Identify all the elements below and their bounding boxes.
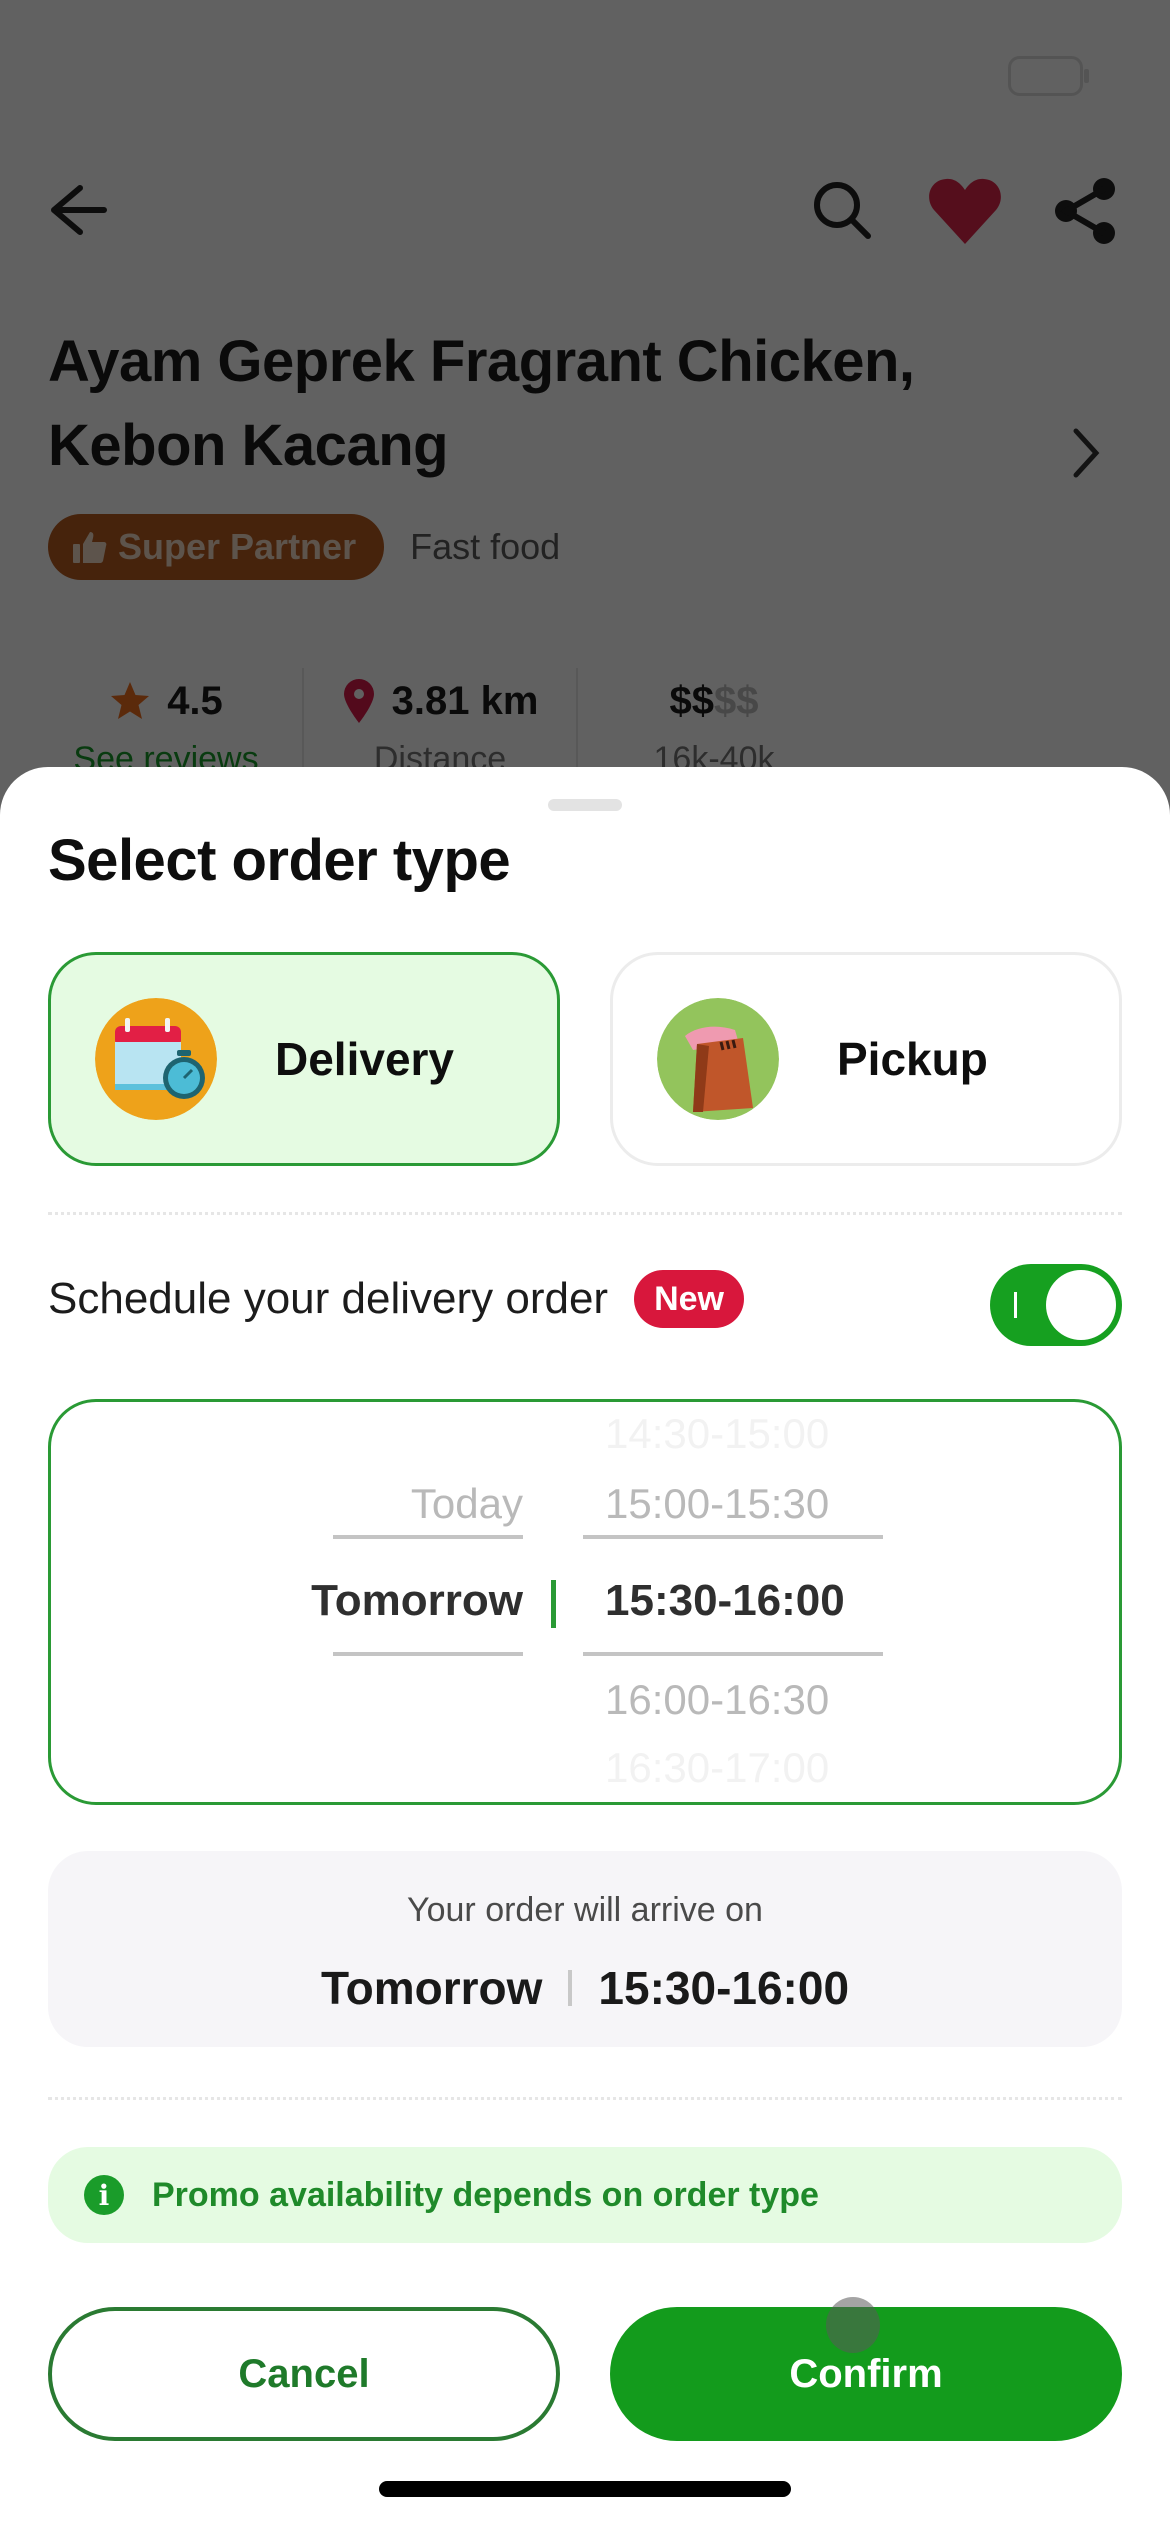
delivery-label: Delivery [275, 1033, 455, 1085]
pickup-option[interactable]: Pickup [610, 952, 1122, 1166]
arrival-label: Your order will arrive on [407, 1891, 763, 1929]
arrival-separator [568, 1970, 573, 2006]
picker-divider [551, 1580, 556, 1628]
pickup-label: Pickup [837, 1033, 988, 1085]
touch-indicator [826, 2297, 880, 2353]
toggle-on-mark [1014, 1292, 1017, 1318]
arrival-value: Tomorrow 15:30-16:00 [48, 1961, 1122, 2015]
calendar-stopwatch-icon [95, 998, 217, 1120]
picker-selection-line [333, 1652, 523, 1656]
arrival-date: Tomorrow [320, 1962, 543, 2014]
arrival-time: 15:30-16:00 [598, 1962, 850, 2014]
divider [48, 1212, 1122, 1215]
home-indicator[interactable] [379, 2481, 791, 2497]
divider [48, 2097, 1122, 2100]
promo-notice: i Promo availability depends on order ty… [48, 2147, 1122, 2243]
toggle-knob [1046, 1270, 1116, 1340]
info-icon: i [84, 2175, 124, 2215]
time-option[interactable]: 16:00-16:30 [583, 1676, 883, 1724]
schedule-picker: Today Tomorrow 14:30-15:00 15:00-15:30 1… [48, 1399, 1122, 1805]
new-badge: New [634, 1270, 744, 1328]
picker-selection-line [583, 1535, 883, 1539]
schedule-label: Schedule your delivery order [48, 1274, 609, 1323]
time-picker-column[interactable]: 14:30-15:00 15:00-15:30 15:30-16:00 16:0… [583, 1402, 883, 1802]
sheet-title: Select order type [48, 828, 511, 893]
time-option[interactable]: 14:30-15:00 [583, 1410, 883, 1458]
sheet-grabber[interactable] [548, 799, 622, 811]
cancel-button[interactable]: Cancel [48, 2307, 560, 2441]
time-option-selected[interactable]: 15:30-16:00 [583, 1576, 883, 1626]
date-option[interactable]: Today [283, 1480, 523, 1528]
date-picker-column[interactable]: Today Tomorrow [283, 1402, 523, 1802]
date-option-selected[interactable]: Tomorrow [283, 1576, 523, 1626]
schedule-row: Schedule your delivery order New [48, 1270, 744, 1328]
picker-selection-line [583, 1652, 883, 1656]
picker-selection-line [333, 1535, 523, 1539]
schedule-toggle[interactable] [990, 1264, 1122, 1346]
promo-notice-text: Promo availability depends on order type [152, 2175, 819, 2214]
time-option[interactable]: 16:30-17:00 [583, 1744, 883, 1792]
arrival-summary: Your order will arrive on Tomorrow 15:30… [48, 1851, 1122, 2047]
order-type-sheet: Select order type Delivery Pickup Schedu… [0, 767, 1170, 2532]
time-option[interactable]: 15:00-15:30 [583, 1480, 883, 1528]
shopping-bag-icon [657, 998, 779, 1120]
delivery-option[interactable]: Delivery [48, 952, 560, 1166]
